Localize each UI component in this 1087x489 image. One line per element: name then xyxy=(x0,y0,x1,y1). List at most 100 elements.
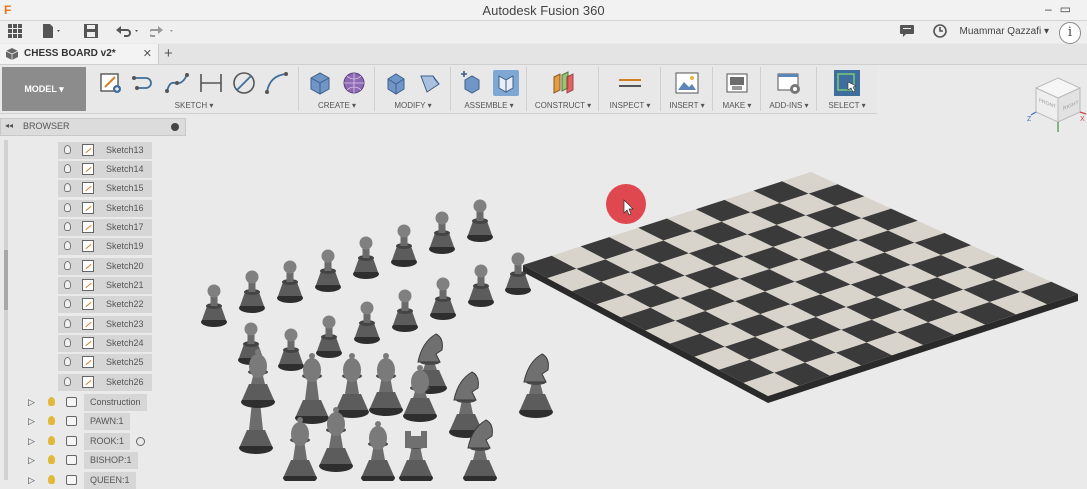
joint-icon[interactable] xyxy=(492,70,519,96)
queen-piece[interactable] xyxy=(369,353,403,416)
bishop-piece[interactable] xyxy=(335,353,369,418)
new-component-icon[interactable] xyxy=(459,70,485,96)
sketch-row[interactable]: Sketch22 xyxy=(58,296,152,313)
knight-piece[interactable] xyxy=(519,353,553,418)
visibility-bulb-icon[interactable] xyxy=(48,475,55,484)
visibility-bulb-icon[interactable] xyxy=(64,164,71,173)
visibility-bulb-icon[interactable] xyxy=(64,261,71,270)
visibility-bulb-icon[interactable] xyxy=(64,299,71,308)
sketch-row[interactable]: Sketch17 xyxy=(58,219,152,236)
workspace-switcher-button[interactable]: MODEL ▾ xyxy=(2,67,86,111)
pawn-piece[interactable] xyxy=(429,211,455,255)
bishop-piece[interactable] xyxy=(361,421,395,481)
assemble-group[interactable]: ASSEMBLE ▾ xyxy=(452,67,527,111)
expand-arrow-icon[interactable]: ▷ xyxy=(28,455,35,466)
sketch-row[interactable]: Sketch15 xyxy=(58,180,152,197)
inspect-group[interactable]: INSPECT ▾ xyxy=(600,67,661,111)
pawn-piece[interactable] xyxy=(354,301,380,345)
window-controls[interactable]: –▭ xyxy=(1045,2,1079,16)
visibility-bulb-icon[interactable] xyxy=(64,338,71,347)
assemble-group-label[interactable]: ASSEMBLE ▾ xyxy=(452,101,526,110)
design-canvas[interactable] xyxy=(190,134,1087,481)
insert-group-label[interactable]: INSERT ▾ xyxy=(662,101,712,110)
add-ins-group-label[interactable]: ADD-INS ▾ xyxy=(762,101,816,110)
rook-piece[interactable] xyxy=(399,431,433,481)
viewcube[interactable]: FRONT RIGHT Z X xyxy=(1027,72,1087,136)
pawn-piece[interactable] xyxy=(467,199,493,243)
spline-tool-icon[interactable] xyxy=(164,70,190,96)
offset-plane-icon[interactable] xyxy=(550,70,576,96)
browser-panel-header[interactable]: ◂◂ BROWSER xyxy=(0,118,186,136)
make-group[interactable]: MAKE ▾ xyxy=(714,67,761,111)
expand-arrow-icon[interactable]: ▷ xyxy=(28,436,35,447)
help-info-icon[interactable]: i xyxy=(1059,22,1081,44)
visibility-bulb-icon[interactable] xyxy=(48,416,55,425)
sketch-row[interactable]: Sketch19 xyxy=(58,238,152,255)
circle-tool-icon[interactable] xyxy=(231,70,257,96)
pawn-piece[interactable] xyxy=(239,270,265,314)
browser-pin-icon[interactable] xyxy=(171,123,179,131)
insert-image-icon[interactable] xyxy=(674,70,700,96)
select-group[interactable]: SELECT ▾ xyxy=(818,67,876,111)
sketch-row[interactable]: Sketch23 xyxy=(58,316,152,333)
pawn-piece[interactable] xyxy=(430,277,456,321)
select-group-label[interactable]: SELECT ▾ xyxy=(818,101,876,110)
king-piece[interactable] xyxy=(283,417,317,481)
redo-icon[interactable] xyxy=(148,24,176,40)
sketch-row[interactable]: Sketch16 xyxy=(58,200,152,217)
sketch-row[interactable]: Sketch24 xyxy=(58,335,152,352)
pawn-piece[interactable] xyxy=(201,284,227,328)
visibility-bulb-icon[interactable] xyxy=(64,183,71,192)
make-group-label[interactable]: MAKE ▾ xyxy=(714,101,760,110)
create-sketch-icon[interactable] xyxy=(98,70,124,96)
user-account-menu[interactable]: Muammar Qazzafi ▾ xyxy=(960,26,1049,37)
visibility-bulb-icon[interactable] xyxy=(64,319,71,328)
visibility-bulb-icon[interactable] xyxy=(64,241,71,250)
visibility-bulb-icon[interactable] xyxy=(48,436,55,445)
add-ins-group[interactable]: ADD-INS ▾ xyxy=(762,67,817,111)
sketch-row[interactable]: Sketch20 xyxy=(58,258,152,275)
sketch-row[interactable]: Sketch14 xyxy=(58,161,152,178)
sketch-row[interactable]: Sketch26 xyxy=(58,374,152,391)
visibility-bulb-icon[interactable] xyxy=(48,397,55,406)
pawn-piece[interactable] xyxy=(391,224,417,268)
new-tab-button[interactable]: + xyxy=(164,45,173,62)
form-sphere-icon[interactable] xyxy=(341,70,367,96)
sketch-row[interactable]: Sketch21 xyxy=(58,277,152,294)
visibility-bulb-icon[interactable] xyxy=(64,222,71,231)
visibility-bulb-icon[interactable] xyxy=(64,145,71,154)
arc-tool-icon[interactable] xyxy=(264,70,290,96)
modify-group[interactable]: MODIFY ▾ xyxy=(376,67,451,111)
visibility-bulb-icon[interactable] xyxy=(64,357,71,366)
file-menu-icon[interactable] xyxy=(42,24,62,40)
expand-arrow-icon[interactable]: ▷ xyxy=(28,416,35,427)
pawn-piece[interactable] xyxy=(392,289,418,333)
document-tab-chess-board[interactable]: CHESS BOARD v2* ✕ xyxy=(0,44,159,64)
sketch-group[interactable]: SKETCH ▾ xyxy=(90,67,299,111)
fillet-icon[interactable] xyxy=(417,70,443,96)
collapse-browser-icon[interactable]: ◂◂ xyxy=(5,121,13,130)
job-status-icon[interactable] xyxy=(933,24,947,40)
construct-group-label[interactable]: CONSTRUCT ▾ xyxy=(528,101,598,110)
pawn-piece[interactable] xyxy=(315,249,341,293)
visibility-bulb-icon[interactable] xyxy=(48,455,55,464)
pawn-piece[interactable] xyxy=(316,315,342,359)
insert-group[interactable]: INSERT ▾ xyxy=(662,67,713,111)
create-group-label[interactable]: CREATE ▾ xyxy=(300,101,374,110)
expand-arrow-icon[interactable]: ▷ xyxy=(28,397,35,408)
visibility-bulb-icon[interactable] xyxy=(64,203,71,212)
measure-icon[interactable] xyxy=(617,70,643,96)
select-tool-icon[interactable] xyxy=(834,70,860,96)
press-pull-icon[interactable] xyxy=(383,70,409,96)
scripts-addins-icon[interactable] xyxy=(776,70,802,96)
create-group[interactable]: CREATE ▾ xyxy=(300,67,375,111)
visibility-bulb-icon[interactable] xyxy=(64,377,71,386)
sketch-row[interactable]: Sketch13 xyxy=(58,142,152,159)
close-tab-icon[interactable]: ✕ xyxy=(143,47,152,60)
pawn-piece[interactable] xyxy=(468,264,494,308)
sketch-row[interactable]: Sketch25 xyxy=(58,354,152,371)
pawn-piece[interactable] xyxy=(278,328,304,372)
modify-group-label[interactable]: MODIFY ▾ xyxy=(376,101,450,110)
visibility-bulb-icon[interactable] xyxy=(64,280,71,289)
pawn-piece[interactable] xyxy=(353,236,379,280)
